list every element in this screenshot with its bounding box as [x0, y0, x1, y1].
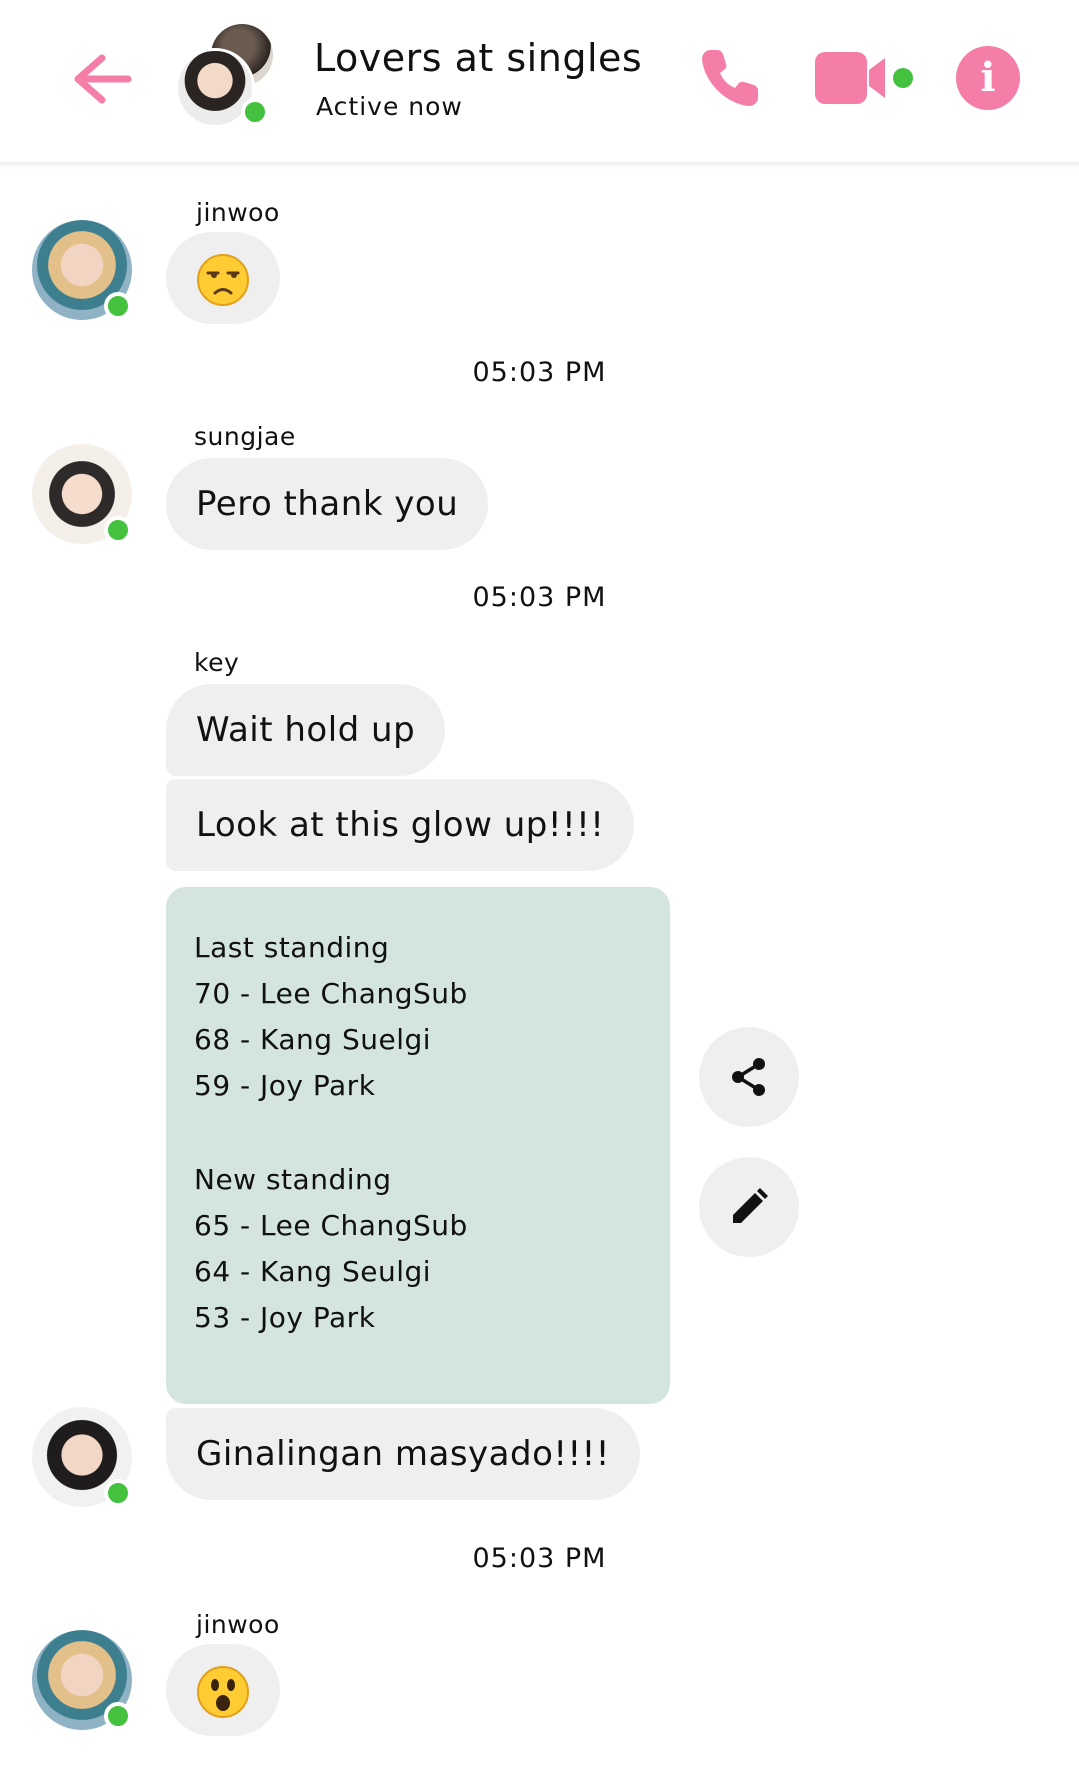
card-line: 70 - Lee ChangSub — [194, 977, 468, 1010]
message-bubble[interactable]: Wait hold up — [166, 684, 446, 776]
message-bubble[interactable]: Look at this glow up!!!! — [166, 779, 635, 871]
chat-title[interactable]: Lovers at singles — [314, 36, 642, 80]
chat-header: Lovers at singles Active now i — [0, 0, 1079, 165]
standings-card[interactable]: Last standing 70 - Lee ChangSub 68 - Kan… — [166, 887, 670, 1404]
avatar[interactable] — [32, 444, 132, 544]
avatar[interactable] — [32, 1630, 132, 1730]
share-button[interactable] — [699, 1027, 799, 1127]
online-indicator — [241, 98, 269, 126]
edit-button[interactable] — [699, 1157, 799, 1257]
sender-name: key — [194, 648, 240, 677]
card-line: 53 - Joy Park — [194, 1301, 376, 1334]
chat-status: Active now — [316, 92, 463, 121]
arrow-left-icon — [74, 54, 132, 104]
astonished-face-icon — [197, 1666, 249, 1718]
card-line: 64 - Kang Seulgi — [194, 1255, 432, 1288]
info-icon: i — [980, 54, 996, 101]
online-indicator — [104, 292, 132, 320]
avatar[interactable] — [32, 220, 132, 320]
timestamp: 05:03 PM — [472, 582, 607, 613]
video-camera-icon — [815, 52, 885, 104]
card-line: 65 - Lee ChangSub — [194, 1209, 468, 1242]
card-section-title: Last standing — [194, 931, 390, 964]
card-section-title: New standing — [194, 1163, 392, 1196]
phone-icon — [702, 50, 758, 106]
online-indicator — [104, 1702, 132, 1730]
video-call-button[interactable] — [815, 48, 919, 108]
card-spacer — [194, 1109, 642, 1157]
pencil-icon — [733, 1188, 768, 1223]
message-bubble[interactable]: Ginalingan masyado!!!! — [166, 1408, 640, 1500]
video-online-indicator — [893, 68, 913, 88]
card-line: 68 - Kang Suelgi — [194, 1023, 432, 1056]
share-icon — [732, 1058, 765, 1096]
group-avatar[interactable] — [175, 20, 285, 130]
sender-name: jinwoo — [196, 1610, 280, 1639]
card-line: 59 - Joy Park — [194, 1069, 376, 1102]
sender-name: jinwoo — [196, 198, 280, 227]
timestamp: 05:03 PM — [472, 1543, 607, 1574]
sender-name: sungjae — [194, 422, 296, 451]
message-bubble[interactable] — [166, 232, 280, 324]
message-bubble[interactable]: Pero thank you — [166, 458, 489, 550]
unamused-face-icon — [197, 254, 249, 306]
avatar[interactable] — [32, 1407, 132, 1507]
timestamp: 05:03 PM — [472, 357, 607, 388]
online-indicator — [104, 1479, 132, 1507]
back-button[interactable] — [66, 44, 136, 114]
call-button[interactable] — [696, 42, 766, 112]
online-indicator — [104, 516, 132, 544]
message-bubble[interactable] — [166, 1644, 280, 1736]
info-button[interactable]: i — [956, 46, 1020, 110]
